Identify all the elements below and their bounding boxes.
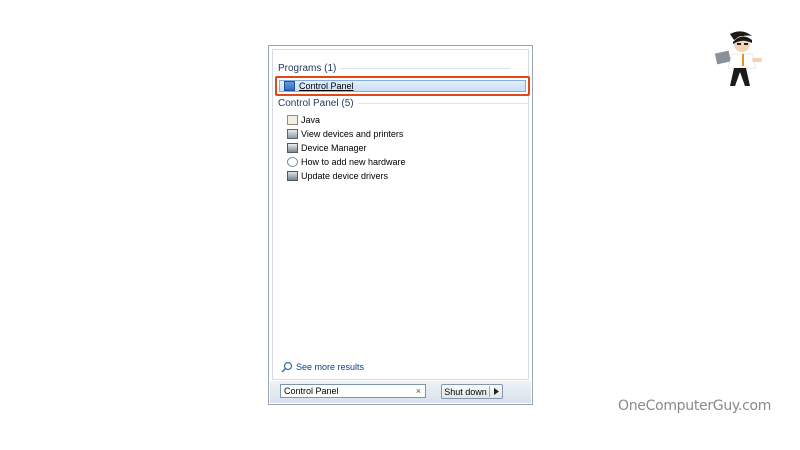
help-hardware-icon (287, 157, 298, 167)
result-java[interactable]: Java (287, 113, 406, 127)
control-panel-icon (284, 81, 295, 91)
search-input-value: Control Panel (284, 386, 339, 396)
control-panel-group-label: Control Panel (5) (278, 97, 354, 109)
search-icon (281, 361, 293, 373)
triangle-right-icon (493, 388, 499, 395)
result-control-panel-label: Control Panel (299, 81, 354, 91)
onecomputerguy-logo (714, 31, 762, 86)
list-item-label: View devices and printers (301, 129, 404, 139)
divider (357, 102, 528, 104)
list-item-label: Java (301, 115, 321, 125)
result-control-panel[interactable]: Control Panel (279, 80, 526, 92)
programs-group-label: Programs (1) (278, 62, 337, 74)
shutdown-label: Shut down (444, 386, 487, 397)
start-menu-search-panel: Programs (1) Control Panel Control Panel… (268, 45, 533, 405)
search-input[interactable]: Control Panel × (280, 384, 426, 398)
shutdown-button[interactable]: Shut down (441, 384, 503, 399)
programs-group-header: Programs (1) (278, 62, 511, 74)
result-device-manager[interactable]: Device Manager (287, 141, 406, 155)
shutdown-options-arrow[interactable] (490, 388, 502, 395)
list-item-label: Device Manager (301, 143, 367, 153)
see-more-label: See more results (296, 362, 365, 372)
watermark: OneComputerGuy.com (618, 398, 772, 414)
divider (340, 67, 511, 69)
start-menu-bottom-bar: Control Panel × Shut down (270, 381, 531, 403)
list-item-label: How to add new hardware (301, 157, 406, 167)
java-icon (287, 115, 298, 125)
driver-icon (287, 171, 298, 181)
control-panel-results-list: Java View devices and printers Device Ma… (287, 113, 406, 183)
clear-search-icon[interactable]: × (416, 385, 421, 397)
highlight-box: Control Panel (275, 76, 530, 96)
result-view-devices-printers[interactable]: View devices and printers (287, 127, 406, 141)
device-manager-icon (287, 143, 298, 153)
see-more-results-link[interactable]: See more results (281, 361, 364, 373)
result-add-new-hardware[interactable]: How to add new hardware (287, 155, 406, 169)
result-update-drivers[interactable]: Update device drivers (287, 169, 406, 183)
search-results-pane: Programs (1) Control Panel Control Panel… (272, 49, 530, 380)
list-item-label: Update device drivers (301, 171, 389, 181)
printer-icon (287, 129, 298, 139)
control-panel-group-header: Control Panel (5) (278, 97, 528, 109)
